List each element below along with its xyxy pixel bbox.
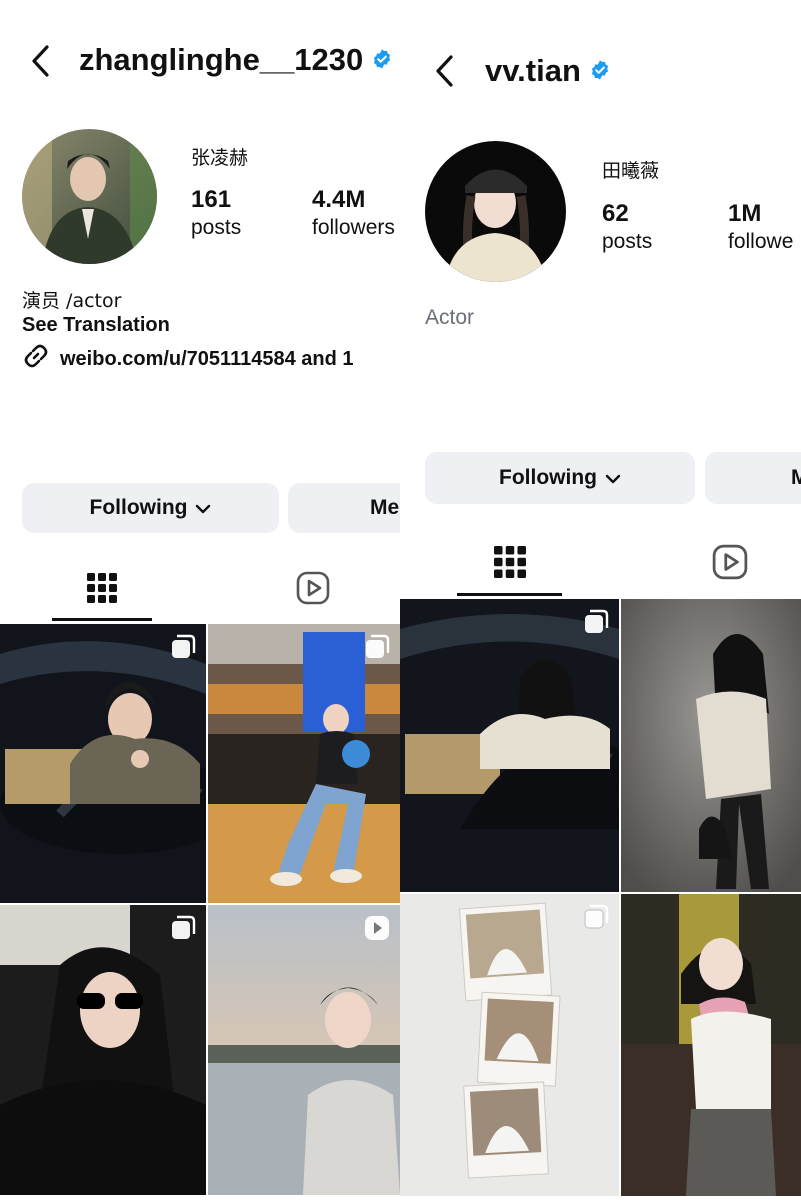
right-profile-panel: vv.tian 田曦薇 62 posts 1M followe Actor Fo…: [400, 0, 801, 1200]
reels-icon: [712, 544, 748, 580]
username-text: vv.tian: [485, 53, 581, 88]
profile-full-name: 张凌赫: [191, 147, 249, 169]
reels-icon: [296, 571, 330, 605]
multi-photo-icon: [170, 915, 196, 946]
tab-grid[interactable]: [457, 537, 562, 587]
following-button[interactable]: Following: [425, 452, 695, 504]
following-label: Following: [89, 496, 188, 519]
link-icon: [22, 342, 50, 376]
bio-link[interactable]: weibo.com/u/7051114584 and 1: [22, 342, 354, 376]
profile-avatar[interactable]: [425, 141, 566, 282]
post-thumbnail[interactable]: [400, 894, 619, 1196]
followers-stat[interactable]: 4.4M followers: [312, 186, 395, 240]
video-icon: [364, 915, 390, 946]
posts-count: 62: [602, 200, 629, 227]
followers-label: followe: [728, 230, 794, 253]
posts-grid: [0, 624, 400, 1195]
post-thumbnail[interactable]: [621, 894, 801, 1196]
post-thumbnail[interactable]: [208, 624, 400, 903]
posts-stat[interactable]: 62 posts: [602, 200, 652, 254]
tab-grid[interactable]: [52, 563, 152, 613]
chevron-down-icon: [195, 496, 211, 520]
profile-avatar[interactable]: [22, 129, 157, 264]
verified-badge-icon: [371, 42, 393, 78]
back-chevron-icon: [436, 55, 453, 87]
post-thumbnail[interactable]: [621, 599, 801, 892]
verified-badge-icon: [589, 53, 611, 89]
posts-label: posts: [602, 230, 653, 253]
profile-username: zhanglinghe__1230: [79, 42, 393, 78]
left-profile-panel: zhanglinghe__1230 张凌赫 161 posts 4.4M fol…: [0, 0, 400, 1200]
posts-stat[interactable]: 161 posts: [191, 186, 241, 240]
link-text: weibo.com/u/7051114584 and 1: [60, 347, 354, 370]
posts-label: posts: [191, 216, 242, 239]
back-button[interactable]: [424, 51, 464, 91]
tab-reels[interactable]: [690, 537, 770, 587]
grid-icon: [493, 546, 526, 578]
followers-stat[interactable]: 1M followe: [728, 200, 793, 254]
post-thumbnail[interactable]: [400, 599, 619, 892]
multi-photo-icon: [170, 634, 196, 665]
message-button[interactable]: M: [705, 452, 801, 504]
multi-photo-icon: [583, 904, 609, 935]
post-thumbnail[interactable]: [208, 905, 400, 1195]
followers-count: 4.4M: [312, 186, 366, 213]
tab-reels[interactable]: [270, 563, 356, 613]
grid-icon: [87, 573, 117, 603]
tab-active-indicator: [52, 618, 152, 621]
posts-count: 161: [191, 186, 232, 213]
post-thumbnail[interactable]: [0, 624, 206, 903]
profile-full-name: 田曦薇: [602, 160, 660, 182]
followers-label: followers: [312, 216, 395, 239]
see-translation-link[interactable]: See Translation: [22, 314, 170, 337]
username-text: zhanglinghe__1230: [79, 42, 364, 77]
back-chevron-icon: [32, 45, 49, 77]
followers-count: 1M: [728, 200, 762, 227]
following-label: Following: [499, 466, 597, 489]
following-button[interactable]: Following: [22, 483, 279, 533]
profile-username: vv.tian: [485, 53, 611, 89]
back-button[interactable]: [20, 41, 60, 81]
profile-bio: Actor: [425, 306, 475, 329]
tab-active-indicator: [457, 593, 562, 596]
profile-bio: 演员 /actor: [22, 290, 122, 312]
chevron-down-icon: [605, 466, 621, 490]
post-thumbnail[interactable]: [0, 905, 206, 1195]
message-label: Me: [370, 496, 400, 519]
message-button[interactable]: Me: [288, 483, 400, 533]
multi-photo-icon: [364, 634, 390, 665]
posts-grid: [400, 599, 801, 1196]
message-label: M: [791, 466, 801, 489]
multi-photo-icon: [583, 609, 609, 640]
